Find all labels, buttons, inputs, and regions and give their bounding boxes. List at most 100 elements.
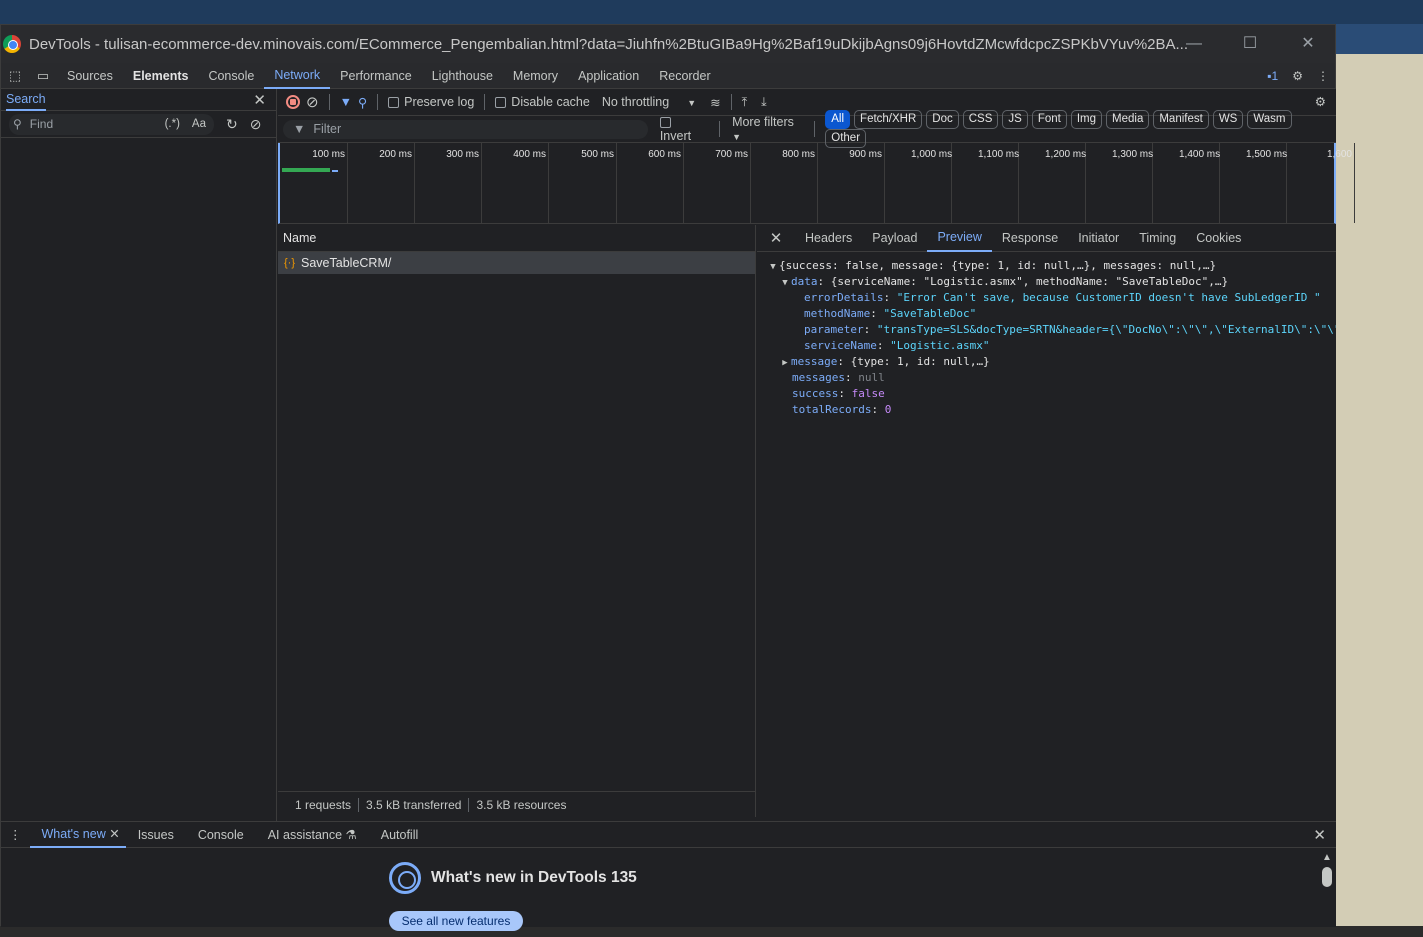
timeline-tick-label: 1,000 ms: [911, 149, 953, 160]
tab-elements[interactable]: Elements: [123, 63, 199, 89]
settings-gear-icon[interactable]: ⚙: [1292, 69, 1303, 83]
network-settings-gear-icon[interactable]: ⚙: [1315, 94, 1326, 109]
close-detail-icon[interactable]: ✕: [757, 229, 795, 247]
json-message-node[interactable]: ▶ message: {type: 1, id: null,…}: [757, 354, 1336, 370]
more-options-icon[interactable]: ⋮: [1317, 69, 1329, 83]
clear-icon[interactable]: ⊘: [306, 93, 319, 111]
filter-font[interactable]: Font: [1031, 110, 1067, 129]
tab-headers[interactable]: Headers: [795, 225, 862, 252]
network-overview-timeline[interactable]: 100 ms 200 ms 300 ms 400 ms 500 ms 600 ms 700 …: [278, 143, 1355, 224]
tab-response[interactable]: Response: [992, 225, 1068, 252]
tab-ai-assistance[interactable]: AI assistance ⚗: [256, 822, 369, 848]
inspect-element-icon[interactable]: ⬚: [1, 63, 29, 89]
tab-lighthouse[interactable]: Lighthouse: [422, 63, 503, 89]
filter-icon[interactable]: ▼: [340, 95, 352, 109]
search-input[interactable]: ⚲ Find (.*) Aa: [9, 113, 214, 135]
tab-recorder[interactable]: Recorder: [649, 63, 720, 89]
timeline-tick-label: 1,100 ms: [978, 149, 1020, 160]
close-drawer-icon[interactable]: ✕: [1313, 826, 1326, 844]
json-property[interactable]: parameter: "transType=SLS&docType=SRTN&h…: [757, 322, 1336, 338]
tab-performance[interactable]: Performance: [330, 63, 422, 89]
tab-application[interactable]: Application: [568, 63, 649, 89]
scroll-up-icon[interactable]: ▲: [1320, 852, 1334, 863]
json-property[interactable]: errorDetails: "Error Can't save, because…: [757, 290, 1336, 306]
request-row[interactable]: {·} SaveTableCRM/: [278, 252, 755, 274]
filter-img[interactable]: Img: [1070, 110, 1103, 129]
json-property[interactable]: methodName: "SaveTableDoc": [757, 306, 1336, 322]
tab-autofill[interactable]: Autofill: [369, 822, 431, 848]
tab-cookies[interactable]: Cookies: [1186, 225, 1251, 252]
preserve-log-checkbox[interactable]: Preserve log: [388, 95, 474, 109]
json-key: totalRecords: [792, 403, 872, 416]
tab-memory[interactable]: Memory: [503, 63, 568, 89]
window-title: DevTools - tulisan-ecommerce-dev.minovai…: [29, 35, 1189, 53]
search-icon: ⚲: [13, 117, 22, 131]
json-property[interactable]: totalRecords: 0: [757, 402, 1336, 418]
detail-tab-bar: ✕ Headers Payload Preview Response Initi…: [757, 225, 1336, 252]
tab-sources[interactable]: Sources: [57, 63, 123, 89]
match-case-toggle[interactable]: Aa: [192, 118, 206, 130]
json-property[interactable]: messages: null: [757, 370, 1336, 386]
filter-manifest[interactable]: Manifest: [1153, 110, 1209, 129]
filter-wasm[interactable]: Wasm: [1247, 110, 1292, 129]
clear-search-icon[interactable]: ⊘: [250, 116, 262, 133]
filter-ws[interactable]: WS: [1212, 110, 1244, 129]
json-number-value: 0: [884, 403, 892, 416]
tab-whats-new[interactable]: What's new ✕: [29, 822, 126, 848]
filter-input[interactable]: ▼ Filter: [283, 119, 648, 139]
json-property[interactable]: success: false: [757, 386, 1336, 402]
expand-triangle-icon: ▼: [782, 278, 788, 288]
filter-media[interactable]: Media: [1106, 110, 1150, 129]
disable-cache-checkbox[interactable]: Disable cache: [495, 95, 590, 109]
vertical-scrollbar[interactable]: ▲: [1320, 852, 1334, 922]
minimize-button[interactable]: —: [1182, 33, 1206, 55]
main-tab-actions: ▪1 ⚙ ⋮: [1267, 63, 1329, 89]
filter-doc[interactable]: Doc: [926, 110, 959, 129]
timeline-tick-label: 1,300 ms: [1112, 149, 1154, 160]
see-all-features-button[interactable]: See all new features: [389, 911, 523, 931]
tab-network[interactable]: Network: [264, 63, 331, 89]
filter-js[interactable]: JS: [1002, 110, 1028, 129]
timeline-request-tail: [332, 170, 338, 172]
tab-drawer-console[interactable]: Console: [186, 822, 256, 848]
regex-toggle[interactable]: (.*): [165, 118, 180, 130]
invert-checkbox[interactable]: Invert: [659, 115, 707, 143]
json-property[interactable]: serviceName: "Logistic.asmx": [757, 338, 1336, 354]
refresh-icon[interactable]: ↻: [226, 116, 238, 133]
search-network-icon[interactable]: ⚲: [358, 95, 367, 110]
json-key: parameter: [804, 323, 864, 336]
import-har-icon[interactable]: ⤒: [742, 95, 748, 110]
drawer-menu-icon[interactable]: ⋮: [1, 827, 30, 842]
tab-issues[interactable]: Issues: [126, 822, 186, 848]
timeline-gridline: [414, 143, 415, 223]
tab-initiator[interactable]: Initiator: [1068, 225, 1129, 252]
divider: [484, 94, 486, 110]
maximize-button[interactable]: ☐: [1238, 33, 1262, 55]
search-panel-header: Search ✕: [1, 89, 276, 111]
filter-css[interactable]: CSS: [962, 110, 999, 129]
tab-timing[interactable]: Timing: [1129, 225, 1186, 252]
filter-fetch-xhr[interactable]: Fetch/XHR: [854, 110, 923, 129]
column-header-name[interactable]: Name: [278, 225, 755, 252]
export-har-icon[interactable]: ⤓: [761, 95, 767, 110]
json-key: message: [791, 355, 838, 368]
issues-badge[interactable]: ▪1: [1267, 69, 1278, 83]
tab-payload[interactable]: Payload: [862, 225, 927, 252]
scrollbar-thumb[interactable]: [1322, 867, 1332, 887]
search-panel-title[interactable]: Search: [6, 89, 46, 111]
checkbox-icon: [495, 97, 507, 109]
filter-all[interactable]: All: [825, 110, 851, 129]
json-data-node[interactable]: ▼ data: {serviceName: "Logistic.asmx", me…: [757, 274, 1336, 290]
close-tab-icon[interactable]: ✕: [109, 827, 119, 841]
tab-preview[interactable]: Preview: [927, 225, 992, 252]
device-toolbar-icon[interactable]: ▭: [29, 63, 57, 89]
timeline-tick-label: 200 ms: [379, 149, 412, 160]
json-root-node[interactable]: ▼ {success: false, message: {type: 1, id:…: [757, 258, 1336, 274]
close-search-icon[interactable]: ✕: [253, 91, 266, 109]
stop-recording-icon[interactable]: [286, 95, 300, 109]
close-window-button[interactable]: ✕: [1296, 33, 1320, 55]
network-conditions-icon[interactable]: ≋: [710, 95, 720, 110]
more-filters-dropdown[interactable]: More filters ▼: [732, 115, 806, 143]
throttling-select[interactable]: No throttling ▼: [602, 95, 696, 109]
tab-console[interactable]: Console: [198, 63, 264, 89]
